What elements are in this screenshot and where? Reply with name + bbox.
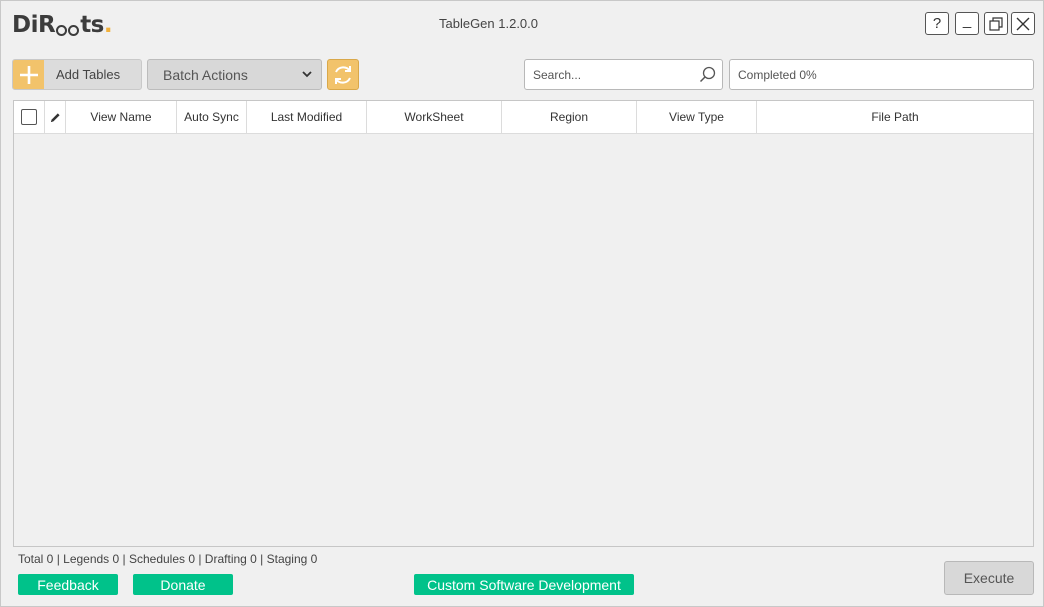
pencil-icon [50,112,60,122]
column-header-region[interactable]: Region [502,101,637,133]
batch-actions-label: Batch Actions [163,66,248,83]
diroots-logo: DiR ts . [12,10,113,38]
edit-column [45,101,66,133]
select-all-column [14,101,45,133]
execute-label: Execute [963,570,1015,586]
column-header-label: WorkSheet [404,110,464,124]
column-header-label: Auto Sync [184,110,239,124]
column-header-label: View Name [90,110,152,124]
donate-button[interactable]: Donate [133,574,233,595]
logo-dot: . [103,12,113,38]
refresh-button[interactable] [327,59,359,90]
progress-bar: Completed 0% [729,59,1034,90]
column-header-file-path[interactable]: File Path [757,101,1033,133]
column-header-label: Region [549,110,589,124]
add-tables-button[interactable]: Add Tables [12,59,142,90]
restore-button[interactable] [984,12,1008,35]
custom-software-development-label: Custom Software Development [427,576,621,593]
close-button[interactable] [1011,12,1035,35]
custom-software-development-button[interactable]: Custom Software Development [414,574,634,595]
tables-grid: View Name Auto Sync Last Modified WorkSh… [13,100,1034,547]
column-header-worksheet[interactable]: WorkSheet [367,101,502,133]
chevron-down-icon [302,71,312,78]
column-header-auto-sync[interactable]: Auto Sync [177,101,247,133]
feedback-label: Feedback [37,576,99,593]
status-summary: Total 0 | Legends 0 | Schedules 0 | Draf… [18,552,318,566]
batch-actions-dropdown[interactable]: Batch Actions [147,59,322,90]
close-icon [1016,17,1030,30]
search-box[interactable] [524,59,723,90]
plus-icon [13,60,44,89]
help-button[interactable]: ? [925,12,949,35]
app-window: DiR ts . TableGen 1.2.0.0 ? _ Add Tables… [0,0,1044,607]
donate-label: Donate [160,576,206,593]
window-title: TableGen 1.2.0.0 [438,16,539,31]
logo-oo-mark [56,25,80,36]
minimize-label: _ [962,12,972,29]
refresh-icon [335,65,351,84]
logo-text-right: ts [80,12,104,38]
execute-button[interactable]: Execute [944,561,1034,595]
column-header-label: File Path [871,110,919,124]
column-header-view-name[interactable]: View Name [66,101,177,133]
minimize-button[interactable]: _ [955,12,979,35]
column-header-label: Last Modified [270,110,343,124]
add-tables-label: Add Tables [56,67,121,82]
restore-icon [989,16,1003,31]
progress-text: Completed 0% [738,67,817,82]
select-all-checkbox[interactable] [21,109,37,125]
column-header-last-modified[interactable]: Last Modified [247,101,367,133]
column-header-view-type[interactable]: View Type [637,101,757,133]
logo-text-left: DiR [12,12,56,38]
feedback-button[interactable]: Feedback [18,574,118,595]
grid-header: View Name Auto Sync Last Modified WorkSh… [14,101,1033,134]
search-icon[interactable] [699,66,716,83]
help-label: ? [932,15,942,32]
search-input[interactable] [533,67,693,82]
column-header-label: View Type [669,110,724,124]
